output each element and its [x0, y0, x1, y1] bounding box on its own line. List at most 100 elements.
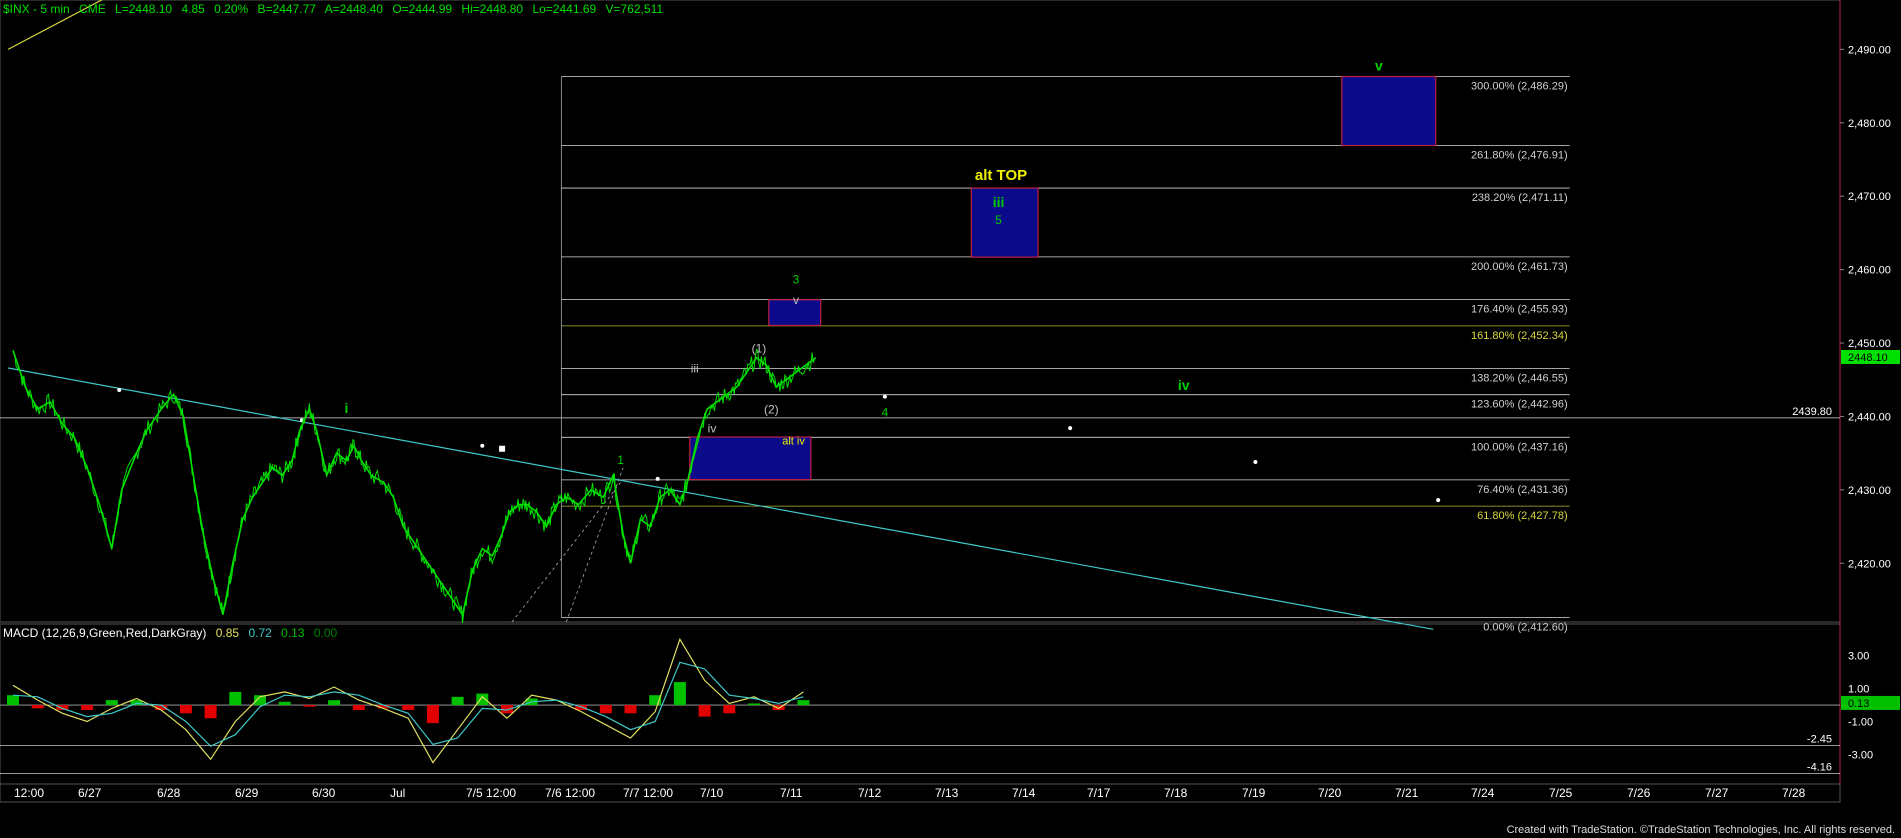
x-tick-label: 6/28: [157, 786, 181, 800]
macd-histogram-bar: [426, 705, 439, 724]
macd-histogram-bar: [31, 705, 44, 709]
macd-histogram-bar: [723, 705, 736, 714]
x-tick-label: 7/19: [1242, 786, 1266, 800]
target-boxes: [689, 75, 1437, 481]
price-tick-label: 2,490.00: [1848, 44, 1891, 56]
x-tick-label: 7/7 12:00: [623, 786, 673, 800]
price-tick-label: 2,480.00: [1848, 118, 1891, 130]
macd-histogram-bar: [624, 705, 637, 714]
marker-square: [499, 445, 506, 452]
wave-labels: i 1 iii iv (1) (2) 3 v alt iv 4 alt TOP iii 5 iv v: [345, 58, 1384, 468]
price-grid: 2439.80: [0, 0, 1841, 785]
bid-price: B=2447.77: [257, 2, 316, 16]
wave-label: alt iv: [782, 435, 805, 447]
x-tick-label: 7/14: [1012, 786, 1036, 800]
macd-histogram-bar: [229, 691, 242, 706]
macd-histogram-bar: [303, 705, 316, 707]
x-tick-label: 7/11: [780, 786, 803, 800]
trend-dot: [655, 476, 660, 481]
macd-histogram-bar: [673, 682, 686, 706]
macd-histogram-bar: [451, 696, 464, 706]
quote-header: $INX - 5 min CME L=2448.10 4.85 0.20% B=…: [3, 2, 669, 16]
symbol-label: $INX - 5 min: [3, 2, 70, 16]
trend-dot: [882, 394, 887, 399]
macd-signal-value: 0.72: [248, 626, 272, 640]
fib-label: 300.00% (2,486.29): [1471, 81, 1568, 93]
macd-value: 0.85: [215, 626, 240, 640]
reference-tag: 2439.80: [1792, 406, 1832, 418]
fib-label: 261.80% (2,476.91): [1471, 149, 1568, 161]
wave-label: iv: [708, 422, 717, 436]
fib-label: 123.60% (2,442.96): [1471, 399, 1568, 411]
macd-tick-label: -1.00: [1848, 717, 1873, 729]
x-tick-label: 7/10: [700, 786, 724, 800]
last-price: L=2448.10: [115, 2, 173, 16]
wave-label: iii: [993, 194, 1005, 210]
macd-level-label: -4.16: [1807, 761, 1832, 773]
credit-text: Created with TradeStation. ©TradeStation…: [1506, 824, 1895, 836]
target-box: [970, 187, 1039, 258]
macd-histogram-bar: [698, 705, 711, 717]
x-tick-label: 7/18: [1164, 786, 1188, 800]
macd-histogram-bar: [204, 705, 217, 719]
wave-label: 1: [617, 453, 624, 467]
wave-label: (2): [764, 403, 779, 417]
macd-tick-label: 1.00: [1848, 684, 1869, 696]
x-tick-label: 7/21: [1395, 786, 1419, 800]
wave-label: 5: [995, 213, 1002, 227]
wave-label: v: [793, 293, 799, 307]
macd-histogram-bar: [797, 700, 810, 706]
macd-header: MACD (12,26,9,Green,Red,DarkGray) 0.85 0…: [3, 626, 343, 640]
x-tick-label: 12:00: [14, 786, 44, 800]
high-price: Hi=2448.80: [461, 2, 524, 16]
fib-label: 176.40% (2,455.93): [1471, 303, 1568, 315]
trend-dot: [480, 443, 485, 448]
wave-label: (1): [752, 342, 767, 356]
x-tick-label: 7/13: [935, 786, 959, 800]
x-tick-label: 7/27: [1705, 786, 1729, 800]
low-price: Lo=2441.69: [532, 2, 597, 16]
change-pct: 0.20%: [214, 2, 249, 16]
macd-hist-value: 0.13: [281, 626, 305, 640]
macd-tick-label: -3.00: [1848, 749, 1873, 761]
fib-label: 76.40% (2,431.36): [1477, 484, 1568, 496]
macd-tick-label: 3.00: [1848, 651, 1869, 663]
change-value: 4.85: [181, 2, 205, 16]
macd-panel-frame: [0, 623, 1841, 785]
x-tick-label: 7/5 12:00: [466, 786, 516, 800]
fib-label: 238.20% (2,471.11): [1472, 192, 1568, 204]
annotation-lines: [7, 0, 1441, 630]
wave-label: alt TOP: [975, 167, 1027, 184]
macd-panel: -2.45 -4.16: [0, 637, 1840, 774]
fib-label: 0.00% (2,412.60): [1483, 622, 1567, 634]
macd-value-tag: 0.13: [1848, 698, 1869, 710]
price-tick-label: 2,460.00: [1848, 265, 1891, 277]
fib-label: 61.80% (2,427.78): [1477, 510, 1568, 522]
price-tick-label: 2,470.00: [1848, 191, 1891, 203]
macd-histogram-bar: [352, 705, 365, 710]
fib-label: 200.00% (2,461.73): [1471, 261, 1568, 273]
wave-label: iii: [691, 361, 699, 375]
x-tick-label: 6/30: [312, 786, 336, 800]
macd-histogram-bar: [278, 701, 291, 706]
x-tick-label: 7/17: [1087, 786, 1111, 800]
fib-label: 138.20% (2,446.55): [1471, 372, 1568, 384]
macd-histogram-bar: [105, 700, 118, 706]
x-tick-label: 7/12: [858, 786, 882, 800]
wave-label: 4: [882, 405, 889, 419]
x-tick-label: Jul: [390, 786, 405, 800]
trend-dot: [1068, 426, 1073, 431]
open-price: O=2444.99: [392, 2, 453, 16]
x-tick-label: 6/27: [78, 786, 102, 800]
exchange-label: CME: [79, 2, 106, 16]
macd-label: MACD (12,26,9,Green,Red,DarkGray): [3, 626, 207, 640]
x-tick-label: 7/20: [1318, 786, 1342, 800]
fib-levels: 300.00% (2,486.29) 261.80% (2,476.91) 238.…: [560, 76, 1570, 634]
x-tick-label: 7/24: [1471, 786, 1495, 800]
last-price-tag: 2448.10: [1848, 352, 1888, 364]
price-tick-label: 2,450.00: [1848, 338, 1891, 350]
macd-histogram-bar: [328, 700, 341, 706]
macd-histogram-bar: [179, 705, 192, 714]
macd-histogram-bar: [748, 703, 760, 706]
wave-label: i: [345, 400, 349, 416]
